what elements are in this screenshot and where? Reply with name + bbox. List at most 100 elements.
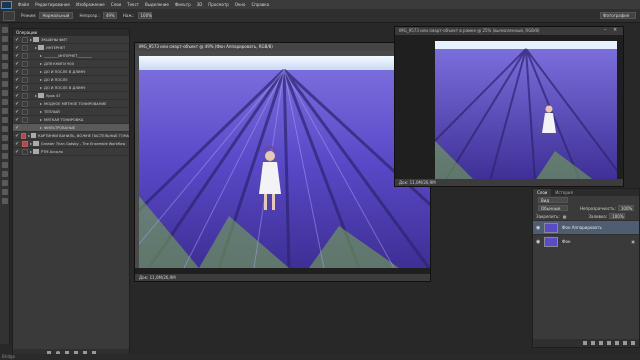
dialog-toggle-icon[interactable] bbox=[22, 124, 28, 131]
menu-image[interactable]: Изображение bbox=[76, 2, 105, 7]
expand-arrow-icon[interactable]: ▸ bbox=[40, 53, 42, 58]
expand-arrow-icon[interactable]: ▸ bbox=[30, 37, 32, 42]
dialog-toggle-icon[interactable] bbox=[22, 108, 28, 115]
opacity-field[interactable]: 49% bbox=[102, 12, 117, 19]
clone-tool-icon[interactable] bbox=[2, 99, 8, 105]
eyedropper-tool-icon[interactable] bbox=[2, 72, 8, 78]
action-row[interactable]: ✓ ▸ ИНТЕРНЕТ bbox=[13, 44, 129, 52]
menu-file[interactable]: Файл bbox=[18, 2, 29, 7]
expand-arrow-icon[interactable]: ▸ bbox=[30, 149, 32, 154]
action-row[interactable]: ✓ ▸ ДО И ПОСЛЕ bbox=[13, 76, 129, 84]
dialog-toggle-icon[interactable] bbox=[22, 100, 28, 107]
fx-icon[interactable] bbox=[591, 341, 595, 345]
checkmark-icon[interactable]: ✓ bbox=[15, 45, 21, 51]
action-row[interactable]: ✓ ▸ Урок 47 bbox=[13, 92, 129, 100]
action-row[interactable]: ✓ ▸ МЯГКАЯ ТОНИРОВКА bbox=[13, 116, 129, 124]
checkmark-icon[interactable]: ✓ bbox=[15, 149, 21, 155]
pressure-field[interactable]: 100% bbox=[137, 12, 152, 19]
dialog-toggle-icon[interactable] bbox=[22, 60, 28, 67]
menu-filter[interactable]: Фильтр bbox=[175, 2, 191, 7]
checkmark-icon[interactable]: ✓ bbox=[15, 109, 21, 115]
mask-icon[interactable] bbox=[599, 341, 603, 345]
second-document-title[interactable]: IMG_9573 или смарт-объект в рамке @ 25% … bbox=[395, 27, 623, 35]
visibility-eye-icon[interactable]: ◉ bbox=[536, 225, 542, 231]
pen-tool-icon[interactable] bbox=[2, 153, 8, 159]
actions-panel-title[interactable]: Операции bbox=[13, 29, 129, 36]
zoom-tool-icon[interactable] bbox=[2, 198, 8, 204]
expand-arrow-icon[interactable]: ▸ bbox=[35, 45, 37, 50]
expand-arrow-icon[interactable]: ▸ bbox=[40, 125, 42, 130]
dialog-toggle-icon[interactable] bbox=[22, 76, 28, 83]
layer-kind-select[interactable]: Вид bbox=[538, 197, 568, 203]
action-row[interactable]: ✓ ▸ ДЛЯ КНИГИ 900 bbox=[13, 60, 129, 68]
blur-tool-icon[interactable] bbox=[2, 135, 8, 141]
lavender-field-preview[interactable] bbox=[435, 41, 617, 181]
lavender-field-photo[interactable] bbox=[139, 56, 430, 268]
action-row[interactable]: ✓ ▸ ЭКШЕНЫ ФИТ bbox=[13, 36, 129, 44]
action-row[interactable]: ✓ ▸ ДО И ПОСЛЕ В ДЛИНУ bbox=[13, 84, 129, 92]
action-row[interactable]: ✓ ▸ ФИЛЬТРОВАНЫЕ bbox=[13, 124, 129, 132]
bottom-status-bar[interactable]: Bridge bbox=[0, 354, 640, 360]
menu-edit[interactable]: Редактирование bbox=[35, 2, 70, 7]
action-row[interactable]: ✓ ▸ ________ИНТЕРНЕТ________ bbox=[13, 52, 129, 60]
eraser-tool-icon[interactable] bbox=[2, 117, 8, 123]
minimize-icon[interactable]: – bbox=[604, 28, 609, 33]
visibility-eye-icon[interactable]: ◉ bbox=[536, 239, 542, 245]
dialog-toggle-icon[interactable] bbox=[22, 148, 28, 155]
healing-tool-icon[interactable] bbox=[2, 81, 8, 87]
menu-text[interactable]: Текст bbox=[127, 2, 139, 7]
checkmark-icon[interactable]: ✓ bbox=[15, 69, 21, 75]
dialog-toggle-icon[interactable] bbox=[20, 132, 27, 139]
type-tool-icon[interactable] bbox=[2, 162, 8, 168]
mode-select[interactable]: Нормальный bbox=[39, 12, 74, 19]
main-document-window[interactable]: IMG_9573 или смарт-объект @ 49% (Фон Апп… bbox=[134, 42, 431, 282]
expand-arrow-icon[interactable]: ▸ bbox=[40, 69, 42, 74]
checkmark-icon[interactable]: ✓ bbox=[15, 37, 21, 43]
close-icon[interactable]: × bbox=[613, 28, 618, 33]
dialog-toggle-icon[interactable] bbox=[22, 140, 28, 147]
brush-tool-icon[interactable] bbox=[3, 10, 15, 21]
layer-opacity-field[interactable]: 100% bbox=[617, 205, 634, 211]
expand-arrow-icon[interactable]: ▸ bbox=[40, 77, 42, 82]
trash-icon[interactable] bbox=[631, 341, 635, 345]
expand-arrow-icon[interactable]: ▸ bbox=[40, 61, 42, 66]
brush-tool-icon[interactable] bbox=[2, 90, 8, 96]
menu-help[interactable]: Справка bbox=[251, 2, 269, 7]
expand-arrow-icon[interactable]: ▸ bbox=[30, 141, 32, 146]
new-layer-icon[interactable] bbox=[623, 341, 627, 345]
dialog-toggle-icon[interactable] bbox=[22, 92, 28, 99]
expand-arrow-icon[interactable]: ▸ bbox=[40, 109, 42, 114]
lock-icon[interactable]: ▦ bbox=[563, 214, 567, 219]
blend-mode-select[interactable]: Обычные bbox=[538, 205, 568, 211]
expand-arrow-icon[interactable]: ▸ bbox=[40, 117, 42, 122]
expand-arrow-icon[interactable]: ▸ bbox=[40, 101, 42, 106]
shape-tool-icon[interactable] bbox=[2, 180, 8, 186]
layer-row-top[interactable]: ◉ Фон Аппарировать bbox=[533, 220, 639, 234]
checkmark-icon[interactable]: ✓ bbox=[15, 53, 21, 59]
expand-arrow-icon[interactable]: ▸ bbox=[40, 85, 42, 90]
adjustment-icon[interactable] bbox=[607, 341, 611, 345]
folder-icon[interactable] bbox=[615, 341, 619, 345]
dialog-toggle-icon[interactable] bbox=[22, 44, 28, 51]
crop-tool-icon[interactable] bbox=[2, 63, 8, 69]
expand-arrow-icon[interactable]: ▸ bbox=[35, 93, 37, 98]
action-row[interactable]: ✓ ▸ ТЕПЛЫЙ bbox=[13, 108, 129, 116]
action-row[interactable]: ✓ ▸ ДО И ПОСЛЕ В ДЛИНУ bbox=[13, 68, 129, 76]
layer-row-background[interactable]: ◉ Фон ▣ bbox=[533, 234, 639, 248]
gradient-tool-icon[interactable] bbox=[2, 126, 8, 132]
checkmark-icon[interactable]: ✓ bbox=[15, 141, 21, 147]
tab-history[interactable]: История bbox=[551, 189, 577, 196]
menu-window[interactable]: Окно bbox=[235, 2, 246, 7]
action-row[interactable]: ✓ ▸ КАРТИНКИ ВАНИЛЬ, ВОЖНЕ ПАСТЕЛЬНЫЕ ТОНА bbox=[13, 132, 129, 140]
layer-fill-field[interactable]: 100% bbox=[609, 213, 626, 219]
dialog-toggle-icon[interactable] bbox=[22, 116, 28, 123]
checkmark-icon[interactable]: ✓ bbox=[15, 85, 21, 91]
second-document-window[interactable]: IMG_9573 или смарт-объект в рамке @ 25% … bbox=[394, 26, 624, 187]
checkmark-icon[interactable]: ✓ bbox=[15, 93, 21, 99]
expand-arrow-icon[interactable]: ▸ bbox=[28, 133, 30, 138]
checkmark-icon[interactable]: ✓ bbox=[15, 125, 21, 131]
menu-view[interactable]: Просмотр bbox=[208, 2, 229, 7]
workspace-select[interactable]: Фотография bbox=[600, 12, 636, 19]
tab-layers[interactable]: Слои bbox=[533, 189, 552, 196]
dialog-toggle-icon[interactable] bbox=[22, 52, 28, 59]
